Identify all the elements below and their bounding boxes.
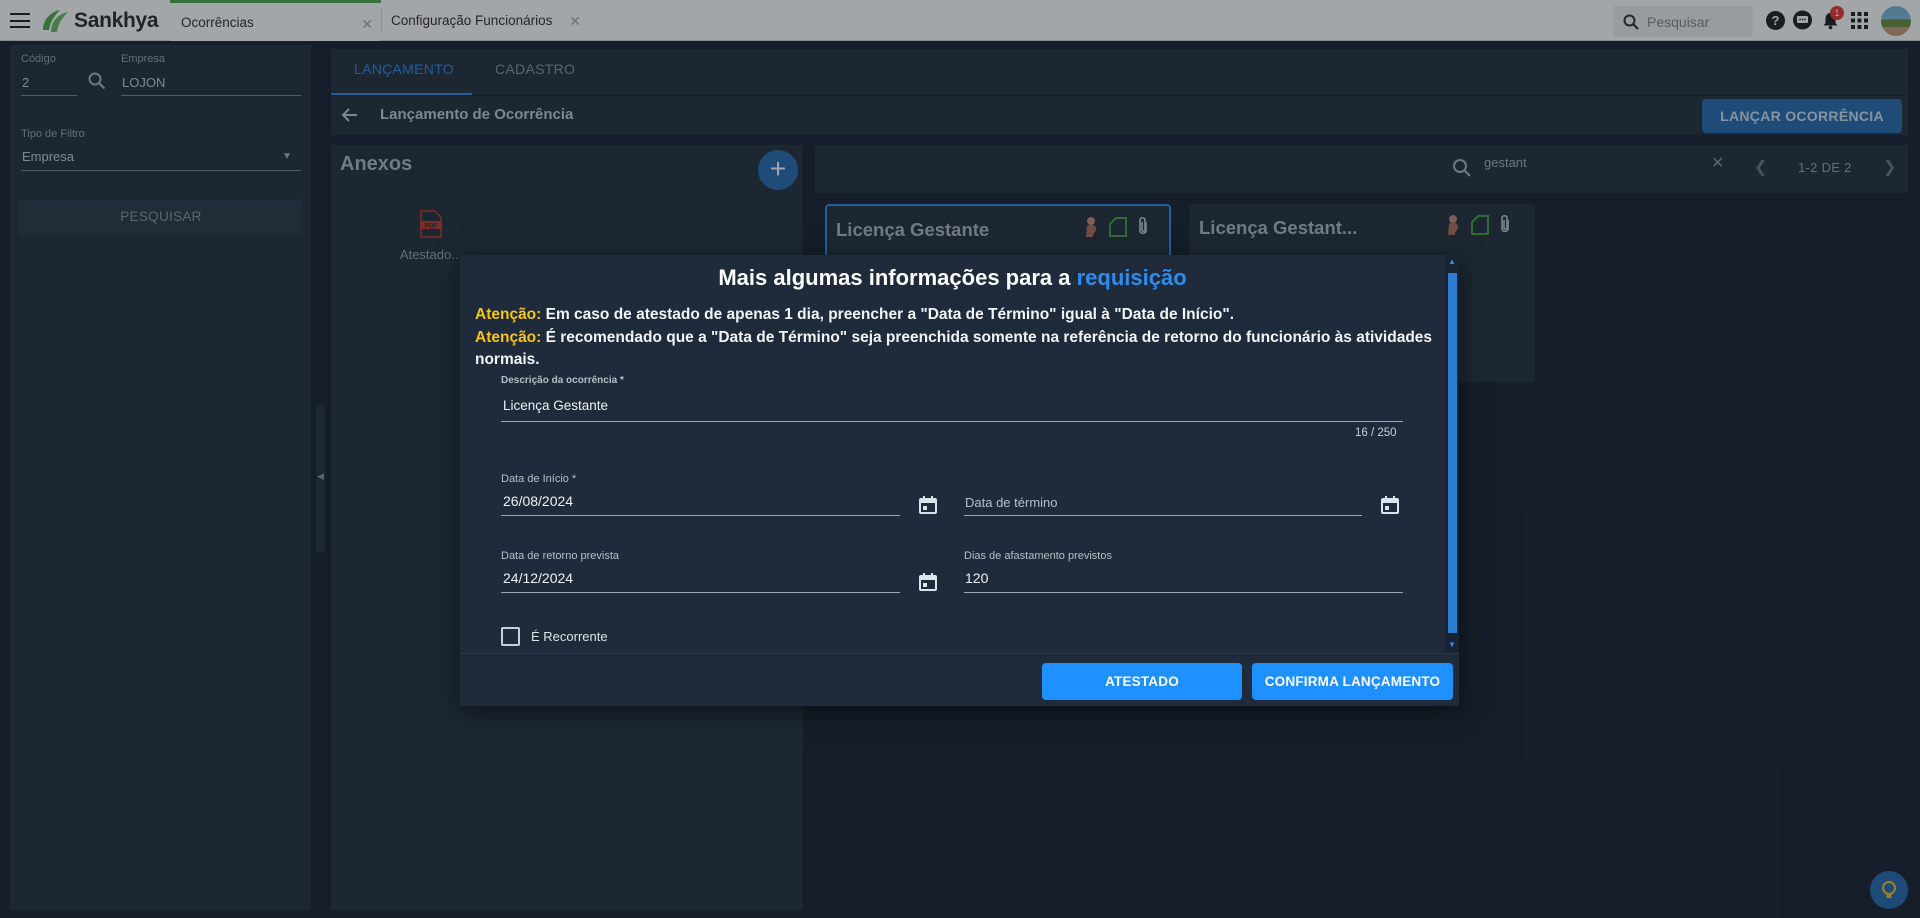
scroll-down-icon[interactable]: ▼ — [1448, 640, 1456, 649]
calendar-icon[interactable] — [918, 495, 938, 515]
warning-label: Atenção: — [475, 306, 542, 323]
dias-afastamento-input[interactable]: 120 — [965, 570, 988, 586]
descricao-label: Descrição da ocorrência * — [501, 375, 624, 386]
warning-message: Atenção: Em caso de atestado de apenas 1… — [475, 304, 1435, 326]
descricao-counter: 16 / 250 — [1355, 427, 1397, 439]
data-retorno-underline — [501, 592, 900, 593]
calendar-icon[interactable] — [918, 572, 938, 592]
warning-label: Atenção: — [475, 329, 542, 346]
calendar-icon[interactable] — [1380, 495, 1400, 515]
warning-text: É recomendado que a "Data de Término" se… — [475, 329, 1433, 368]
warning-text: Em caso de atestado de apenas 1 dia, pre… — [541, 306, 1234, 323]
dialog-content: Mais algumas informações para a requisiç… — [460, 255, 1459, 653]
recorrente-checkbox[interactable] — [501, 627, 520, 646]
dialog-footer-divider — [460, 653, 1459, 654]
data-retorno-input[interactable]: 24/12/2024 — [503, 570, 573, 586]
recorrente-label: É Recorrente — [531, 629, 608, 644]
data-retorno-label: Data de retorno prevista — [501, 550, 620, 562]
dialog-scrollbar[interactable]: ▲ ▼ — [1445, 255, 1459, 653]
data-termino-input[interactable]: Data de término — [965, 495, 1058, 510]
dias-afastamento-underline — [964, 592, 1403, 593]
scroll-up-icon[interactable]: ▲ — [1448, 257, 1456, 266]
dialog-title: Mais algumas informações para a requisiç… — [460, 265, 1445, 291]
data-inicio-underline — [501, 515, 900, 516]
dias-afastamento-label: Dias de afastamento previstos — [964, 550, 1112, 562]
descricao-input[interactable]: Licença Gestante — [503, 398, 608, 413]
dialog-title-prefix: Mais algumas informações para a — [718, 265, 1077, 290]
descricao-underline — [501, 421, 1403, 422]
warning-message: Atenção: É recomendado que a "Data de Té… — [475, 327, 1440, 371]
lancamento-dialog: Mais algumas informações para a requisiç… — [460, 255, 1459, 706]
atestado-button[interactable]: ATESTADO — [1042, 663, 1242, 700]
data-inicio-input[interactable]: 26/08/2024 — [503, 493, 573, 509]
data-termino-underline — [964, 515, 1362, 516]
data-inicio-label: Data de Início * — [501, 473, 577, 485]
scroll-thumb[interactable] — [1448, 273, 1457, 633]
dialog-title-highlight: requisição — [1076, 265, 1187, 290]
confirma-lancamento-button[interactable]: CONFIRMA LANÇAMENTO — [1252, 663, 1453, 700]
